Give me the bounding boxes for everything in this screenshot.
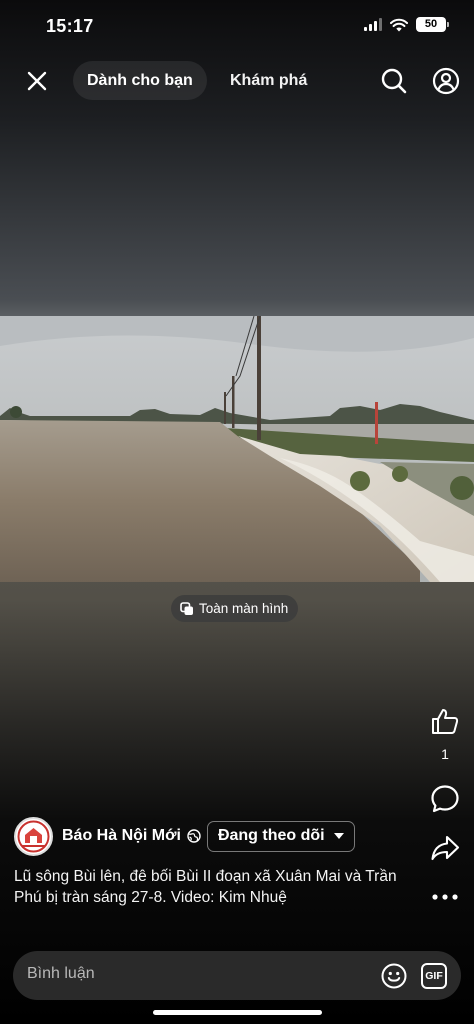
comment-placeholder: Bình luận xyxy=(27,965,95,982)
close-icon[interactable] xyxy=(22,66,52,96)
gif-icon[interactable]: GIF xyxy=(421,963,447,989)
signal-icon xyxy=(364,18,382,31)
fullscreen-button[interactable]: Toàn màn hình xyxy=(171,595,299,622)
comment-icon[interactable] xyxy=(430,784,460,814)
tab-explore[interactable]: Khám phá xyxy=(230,61,307,100)
avatar[interactable] xyxy=(14,816,53,856)
battery-icon: 50 xyxy=(416,17,449,32)
author-name[interactable]: Báo Hà Nội Mới xyxy=(62,827,181,845)
like-count: 1 xyxy=(441,746,449,762)
following-button[interactable]: Đang theo dõi xyxy=(206,820,355,852)
search-icon[interactable] xyxy=(380,67,408,95)
comment-input[interactable]: Bình luận GIF xyxy=(13,951,461,1000)
status-time: 15:17 xyxy=(46,16,94,36)
following-label: Đang theo dõi xyxy=(217,827,325,844)
chevron-down-icon xyxy=(333,833,344,839)
fullscreen-icon xyxy=(180,601,193,615)
profile-icon[interactable] xyxy=(432,67,460,95)
emoji-icon[interactable] xyxy=(381,963,407,989)
home-indicator[interactable] xyxy=(153,1010,322,1015)
post-caption[interactable]: Lũ sông Bùi lên, đê bối Bùi II đoạn xã X… xyxy=(14,866,414,908)
like-icon[interactable] xyxy=(430,706,460,736)
fullscreen-label: Toàn màn hình xyxy=(199,601,289,616)
globe-icon xyxy=(187,829,201,843)
author-row: Báo Hà Nội Mới Đang theo dõi xyxy=(14,816,414,856)
status-icons: 50 xyxy=(364,17,449,32)
share-icon[interactable] xyxy=(430,833,460,863)
tab-for-you[interactable]: Dành cho bạn xyxy=(73,61,207,100)
video-player[interactable] xyxy=(0,316,474,582)
status-bar: 15:17 50 xyxy=(0,0,474,52)
top-nav: Dành cho bạn Khám phá xyxy=(0,60,474,102)
wifi-icon xyxy=(390,18,408,31)
publisher-logo-icon xyxy=(17,820,50,852)
more-icon[interactable] xyxy=(430,882,460,912)
